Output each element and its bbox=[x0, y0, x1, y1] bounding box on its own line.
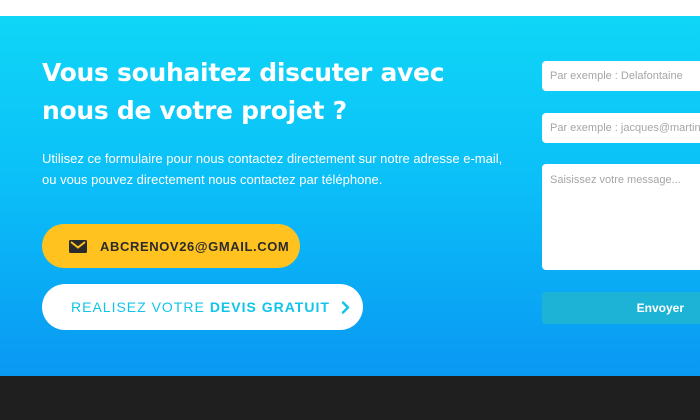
name-input[interactable] bbox=[542, 61, 700, 91]
contact-intro: Utilisez ce formulaire pour nous contact… bbox=[42, 151, 503, 187]
message-textarea[interactable] bbox=[542, 164, 700, 270]
email-button[interactable]: ABCRENOV26@GMAIL.COM bbox=[42, 224, 300, 268]
submit-button[interactable]: Envoyer bbox=[542, 292, 700, 324]
email-input[interactable] bbox=[542, 113, 700, 143]
mail-icon bbox=[69, 239, 87, 253]
top-strip bbox=[0, 0, 700, 16]
footer bbox=[0, 376, 700, 420]
devis-button-emphasis: DEVIS GRATUIT bbox=[209, 299, 330, 315]
devis-gratuit-button[interactable]: REALISEZ VOTRE DEVIS GRATUIT bbox=[42, 284, 363, 330]
email-button-label: ABCRENOV26@GMAIL.COM bbox=[100, 238, 290, 254]
devis-button-prefix: REALISEZ VOTRE bbox=[71, 299, 205, 315]
contact-headline: Vous souhaitez discuter avec nous de vot… bbox=[42, 58, 445, 125]
contact-section: Vous souhaitez discuter avec nous de vot… bbox=[0, 16, 700, 376]
chevron-right-icon bbox=[341, 300, 350, 314]
